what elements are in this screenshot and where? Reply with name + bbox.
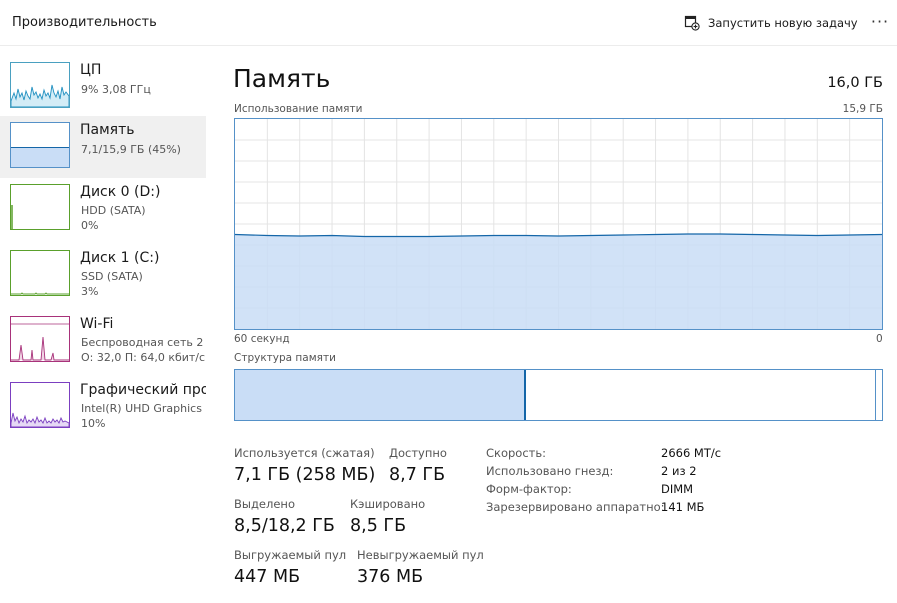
wifi-mini-graph [10,316,70,362]
spec-value-form-factor: DIMM [661,482,694,496]
sidebar-item-detail: 7,1/15,9 ГБ (45%) [81,143,181,156]
usage-chart-label: Использование памяти [234,103,363,115]
usage-chart-max: 15,9 ГБ [842,103,883,115]
new-task-icon [684,15,700,31]
paged-pool-value: 447 МБ [234,567,301,587]
structure-standby-segment[interactable] [526,370,876,420]
spec-value-reserved: 141 МБ [661,500,705,514]
memory-usage-chart-svg [235,119,882,329]
time-axis-start: 60 секунд [234,333,290,345]
sidebar-item-throughput: О: 32,0 П: 64,0 кбит/с [81,351,206,364]
sidebar-item-usage: 10% [81,417,106,430]
available-value: 8,7 ГБ [389,465,446,485]
sidebar-item-disk-1[interactable]: Диск 1 (C:) SSD (SATA) 3% [0,244,206,306]
gpu-mini-graph-svg [11,412,69,427]
nonpaged-pool-label: Невыгружаемый пул [357,548,484,562]
gpu-mini-graph [10,382,70,428]
sidebar-item-name: ЦП [80,62,102,78]
run-new-task-label: Запустить новую задачу [708,16,858,30]
in-use-value: 7,1 ГБ (258 МБ) [234,465,376,485]
sidebar-item-name: Диск 0 (D:) [80,184,161,200]
sidebar-item-usage: 0% [81,219,99,232]
spec-label-reserved: Зарезервировано аппаратно: [486,500,665,514]
structure-free-segment[interactable] [875,370,882,420]
sidebar-item-cpu[interactable]: ЦП 9% 3,08 ГГц [0,56,206,118]
sidebar-item-name: Память [80,122,135,138]
resource-title: Память [233,64,331,93]
cpu-mini-graph-svg [11,84,69,107]
memory-mini-graph [10,122,70,168]
spec-value-slots: 2 из 2 [661,464,697,478]
spec-label-form-factor: Форм-фактор: [486,482,572,496]
structure-in-use-segment[interactable] [235,370,527,420]
spec-value-speed: 2666 МТ/с [661,446,722,460]
sidebar-item-name: Диск 1 (C:) [80,250,160,266]
disk-0-mini-graph-svg [11,205,13,229]
memory-usage-area [235,234,882,329]
memory-structure-bar [234,369,883,421]
more-options-button[interactable]: ··· [868,10,892,34]
committed-label: Выделено [234,497,295,511]
memory-usage-chart [234,118,883,330]
sidebar-item-gpu[interactable]: Графический про Intel(R) UHD Graphics 63… [0,376,206,438]
sidebar-item-detail: Беспроводная сеть 2 [81,336,204,349]
committed-value: 8,5/18,2 ГБ [234,516,335,536]
nonpaged-pool-value: 376 МБ [357,567,424,587]
sidebar-item-detail: Intel(R) UHD Graphics 63 [81,402,206,415]
sidebar-item-name: Wi-Fi [80,316,114,332]
sidebar-item-name: Графический про [80,382,206,398]
page-title: Производительность [12,15,157,30]
sidebar-item-detail: SSD (SATA) [81,270,143,283]
cached-label: Кэшировано [350,497,426,511]
paged-pool-label: Выгружаемый пул [234,548,347,562]
structure-chart-label: Структура памяти [234,352,336,364]
cpu-mini-graph [10,62,70,108]
available-label: Доступно [389,446,447,460]
spec-label-slots: Использовано гнезд: [486,464,614,478]
sidebar-item-usage: 3% [81,285,99,298]
total-memory: 16,0 ГБ [827,75,883,91]
in-use-label: Используется (сжатая) [234,446,375,460]
sidebar-item-detail: 9% 3,08 ГГц [81,83,151,96]
disk-1-mini-graph [10,250,70,296]
sidebar-item-memory[interactable]: Память 7,1/15,9 ГБ (45%) [0,116,206,178]
memory-mini-fill [11,147,69,167]
sidebar-item-detail: HDD (SATA) [81,204,146,217]
cached-value: 8,5 ГБ [350,516,407,536]
disk-1-mini-graph-svg [11,292,69,295]
sidebar-item-wifi[interactable]: Wi-Fi Беспроводная сеть 2 О: 32,0 П: 64,… [0,310,206,372]
run-new-task-button[interactable]: Запустить новую задачу [684,13,858,33]
more-dots-icon: ··· [870,12,890,31]
time-axis-end: 0 [876,333,883,345]
spec-label-speed: Скорость: [486,446,547,460]
sidebar-item-disk-0[interactable]: Диск 0 (D:) HDD (SATA) 0% [0,178,206,240]
wifi-mini-graph-svg [11,323,69,361]
disk-0-mini-graph [10,184,70,230]
top-bar: Производительность Запустить новую задач… [0,0,897,46]
